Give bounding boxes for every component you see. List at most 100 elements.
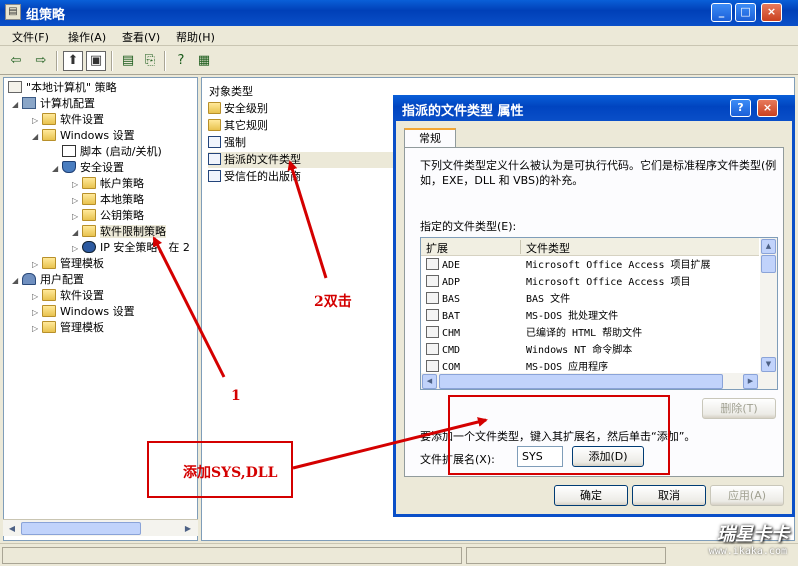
scroll-right-icon[interactable]: ▶	[743, 374, 758, 389]
remove-button[interactable]: 删除(T)	[702, 398, 776, 419]
status-segment	[466, 547, 666, 564]
scroll-left-icon[interactable]: ◀	[5, 522, 19, 535]
list-horizontal-scrollbar[interactable]: ◀ ▶	[421, 373, 777, 389]
apply-button[interactable]: 应用(A)	[710, 485, 784, 506]
list-item-designated-file-types[interactable]: 指派的文件类型	[208, 152, 396, 168]
scroll-thumb[interactable]	[439, 374, 723, 389]
expand-twisty-icon[interactable]: ▷	[32, 113, 42, 129]
menu-bar: 文件(F) 操作(A) 查看(V) 帮助(H)	[0, 26, 798, 46]
list-item-trusted-publishers[interactable]: 受信任的出版商	[208, 169, 301, 185]
folder-icon	[208, 119, 221, 131]
expand-twisty-icon[interactable]: ◢	[12, 273, 22, 289]
file-type-icon	[426, 258, 439, 270]
list-item-additional-rules[interactable]: 其它规则	[208, 118, 268, 134]
expand-twisty-icon[interactable]: ▷	[72, 209, 82, 225]
table-row[interactable]: BAT MS-DOS 批处理文件	[421, 308, 759, 325]
forward-arrow-icon[interactable]: ⇨	[31, 51, 51, 71]
expand-twisty-icon[interactable]: ▷	[32, 321, 42, 337]
expand-twisty-icon[interactable]: ▷	[32, 305, 42, 321]
table-row[interactable]: COM MS-DOS 应用程序	[421, 359, 759, 373]
console-icon[interactable]: ▦	[194, 51, 214, 71]
tree-item-account-policies[interactable]: ▷ 帐户策略	[72, 176, 144, 192]
minimize-button[interactable]: _	[711, 3, 732, 22]
status-segment	[2, 547, 462, 564]
scroll-thumb[interactable]	[21, 522, 141, 535]
menu-action[interactable]: 操作(A)	[68, 29, 106, 45]
user-icon	[22, 273, 36, 285]
scroll-down-icon[interactable]: ▼	[761, 357, 776, 372]
tree-item-public-key-policies[interactable]: ▷ 公钥策略	[72, 208, 144, 224]
tree-item-admin-templates[interactable]: ▷ 管理模板	[32, 256, 104, 272]
tree-item-ip-security-policies[interactable]: ▷ IP 安全策略，在 2	[72, 240, 190, 256]
folder-icon	[42, 321, 56, 333]
shield-icon	[62, 161, 76, 173]
dialog-title-bar[interactable]: 指派的文件类型 属性 ? ×	[393, 95, 795, 121]
export-list-icon[interactable]: ⎘	[140, 51, 160, 71]
column-header-extension[interactable]: 扩展	[426, 240, 448, 256]
scroll-up-icon[interactable]: ▲	[761, 239, 776, 254]
scroll-right-icon[interactable]: ▶	[181, 522, 195, 535]
tree-item-software-restriction-policies[interactable]: ◢ 软件限制策略	[72, 224, 166, 240]
expand-twisty-icon[interactable]: ◢	[72, 225, 82, 241]
tree-item-user-admin-templates[interactable]: ▷ 管理模板	[32, 320, 104, 336]
close-button[interactable]: ×	[761, 3, 782, 22]
tree-item-user-software-settings[interactable]: ▷ 软件设置	[32, 288, 104, 304]
list-vertical-scrollbar[interactable]: ▲ ▼	[760, 238, 777, 373]
tree-item-software-settings[interactable]: ▷ 软件设置	[32, 112, 104, 128]
watermark-logo: 瑞星卡卡 www.ikaka.com	[670, 520, 795, 562]
maximize-button[interactable]: □	[735, 3, 756, 22]
tree-item-user-windows-settings[interactable]: ▷ Windows 设置	[32, 304, 135, 320]
properties-icon[interactable]: ▤	[118, 51, 138, 71]
back-arrow-icon[interactable]: ⇦	[6, 51, 26, 71]
scroll-left-icon[interactable]: ◀	[422, 374, 437, 389]
expand-twisty-icon[interactable]: ▷	[72, 177, 82, 193]
tree-item-computer-config[interactable]: ◢ 计算机配置	[12, 96, 95, 112]
tree-item-security-settings[interactable]: ◢ 安全设置	[52, 160, 124, 176]
menu-file[interactable]: 文件(F)	[12, 29, 49, 45]
tab-general[interactable]: 常规	[404, 128, 456, 148]
scroll-thumb[interactable]	[761, 255, 776, 273]
tree-horizontal-scrollbar[interactable]: ◀ ▶	[3, 519, 198, 536]
list-item-security-levels[interactable]: 安全级别	[208, 101, 268, 117]
table-row[interactable]: ADE Microsoft Office Access 项目扩展	[421, 257, 759, 274]
show-tree-icon[interactable]: ▣	[86, 51, 106, 71]
column-divider[interactable]	[520, 240, 521, 254]
tree-item-local-policy[interactable]: "本地计算机" 策略	[8, 80, 117, 96]
cancel-button[interactable]: 取消	[632, 485, 706, 506]
watermark-url: www.ikaka.com	[708, 546, 787, 557]
tree-item-local-policies[interactable]: ▷ 本地策略	[72, 192, 144, 208]
tree-item-scripts[interactable]: 脚本 (启动/关机)	[52, 144, 162, 160]
column-header-object-type[interactable]: 对象类型	[209, 83, 253, 99]
expand-twisty-icon[interactable]: ◢	[52, 161, 62, 177]
tree-item-windows-settings[interactable]: ◢ Windows 设置	[32, 128, 135, 144]
dialog-close-button[interactable]: ×	[757, 99, 778, 117]
expand-twisty-icon[interactable]: ▷	[32, 257, 42, 273]
table-row[interactable]: ADP Microsoft Office Access 项目	[421, 274, 759, 291]
table-row[interactable]: CHM 已编译的 HTML 帮助文件	[421, 325, 759, 342]
menu-help[interactable]: 帮助(H)	[176, 29, 215, 45]
policy-rule-icon	[208, 153, 221, 165]
dialog-title: 指派的文件类型 属性	[402, 104, 524, 119]
expand-twisty-icon[interactable]: ◢	[12, 97, 22, 113]
main-title-bar[interactable]: ▤ 组策略 _ □ ×	[0, 0, 798, 26]
expand-twisty-icon[interactable]: ▷	[72, 193, 82, 209]
computer-icon	[22, 97, 36, 109]
help-icon[interactable]: ?	[171, 51, 191, 71]
help-icon[interactable]: ?	[730, 99, 751, 117]
expand-twisty-icon[interactable]: ▷	[72, 241, 82, 257]
toolbar-separator	[56, 51, 58, 71]
table-row[interactable]: CMD Windows NT 命令脚本	[421, 342, 759, 359]
file-types-list[interactable]: 扩展 文件类型 ADE Microsoft Office Access 项目扩展 …	[420, 237, 778, 390]
ok-button[interactable]: 确定	[554, 485, 628, 506]
up-folder-icon[interactable]: ⬆	[63, 51, 83, 71]
tree-item-user-config[interactable]: ◢ 用户配置	[12, 272, 84, 288]
expand-twisty-icon[interactable]: ◢	[32, 129, 42, 145]
expand-twisty-icon[interactable]: ▷	[32, 289, 42, 305]
list-item-enforcement[interactable]: 强制	[208, 135, 246, 151]
table-row[interactable]: BAS BAS 文件	[421, 291, 759, 308]
file-type-icon	[426, 292, 439, 304]
annotation-step2-label: 2双击	[314, 294, 352, 310]
menu-view[interactable]: 查看(V)	[122, 29, 160, 45]
column-header-file-type[interactable]: 文件类型	[526, 240, 570, 256]
policy-rule-icon	[208, 136, 221, 148]
